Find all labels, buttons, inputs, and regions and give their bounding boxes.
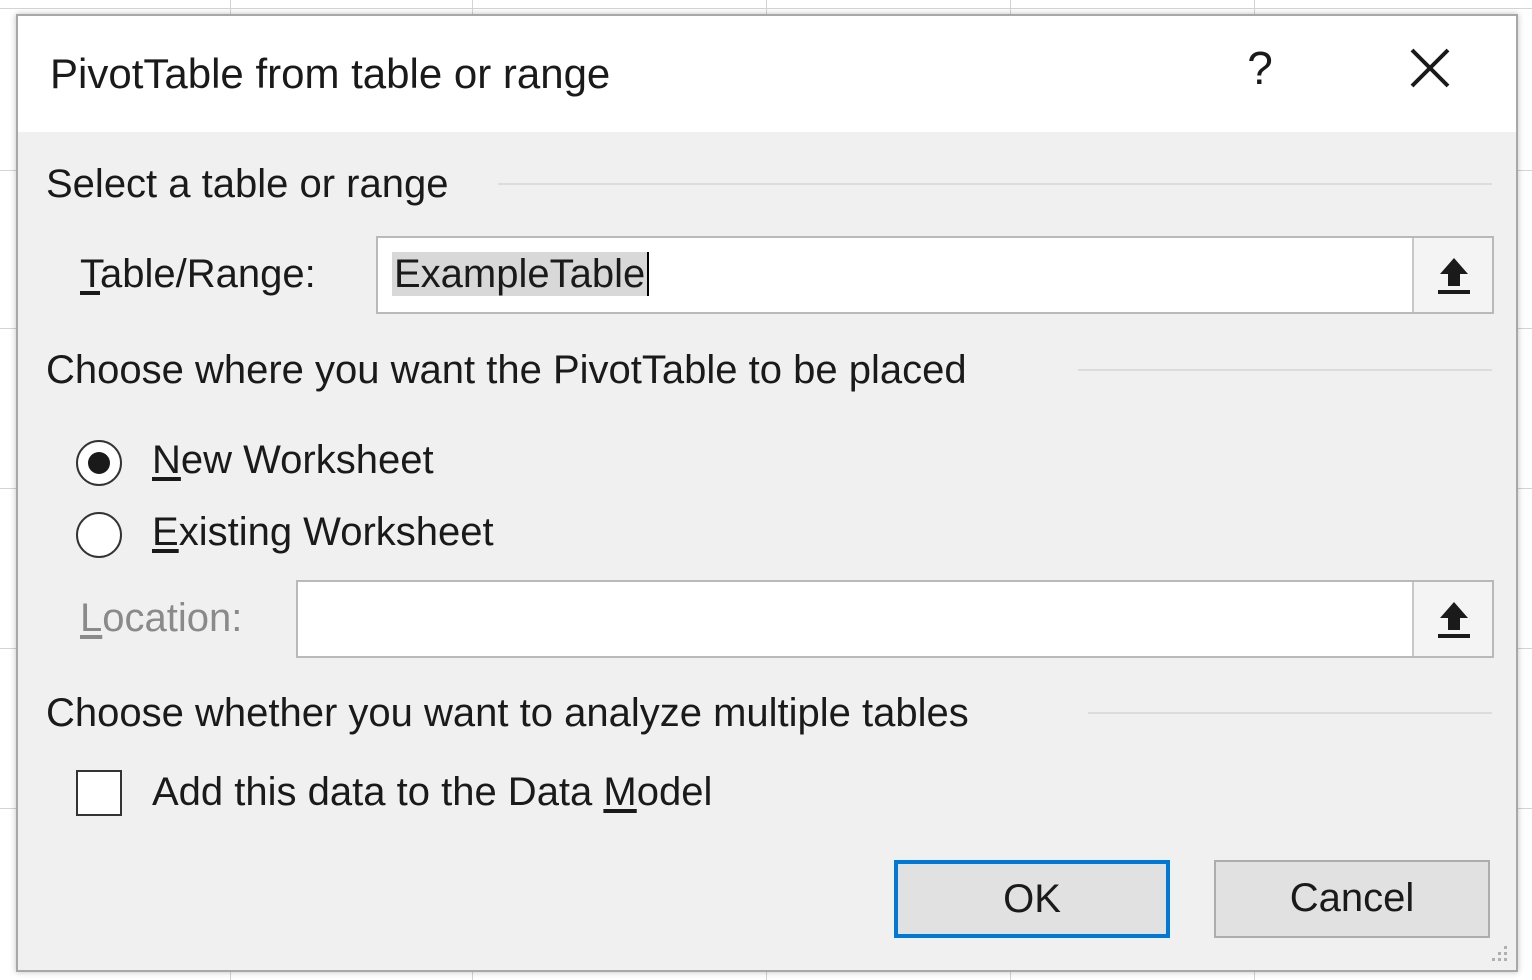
location-label-text: ocation: [102, 596, 243, 640]
existing-worksheet-label-text: xisting Worksheet [178, 510, 494, 554]
new-worksheet-label-text: ew Worksheet [180, 438, 434, 482]
table-range-label: Table/Range: [80, 252, 316, 297]
section-divider [1088, 712, 1492, 714]
pivottable-dialog: PivotTable from table or range ? Select … [16, 14, 1518, 972]
location-collapse-button[interactable] [1412, 582, 1492, 656]
data-model-label[interactable]: Add this data to the Data Model [152, 770, 712, 815]
select-table-heading: Select a table or range [46, 162, 469, 207]
placement-heading: Choose where you want the PivotTable to … [46, 348, 987, 393]
data-model-label-text-end: odel [636, 770, 713, 814]
location-input[interactable] [296, 580, 1494, 658]
multiple-tables-heading: Choose whether you want to analyze multi… [46, 691, 989, 736]
new-worksheet-access-key: N [152, 438, 181, 482]
resize-grip-icon[interactable] [1486, 940, 1510, 964]
section-divider [498, 183, 1492, 185]
dialog-title: PivotTable from table or range [50, 50, 611, 97]
table-range-label-text: able/Range: [100, 252, 316, 296]
dialog-titlebar: PivotTable from table or range ? [18, 16, 1516, 132]
existing-worksheet-radio[interactable] [76, 512, 122, 558]
new-worksheet-label[interactable]: New Worksheet [152, 438, 434, 483]
section-divider [1078, 369, 1492, 371]
collapse-dialog-icon [1438, 602, 1470, 638]
table-range-value: ExampleTable [392, 252, 650, 296]
help-button[interactable]: ? [1228, 36, 1292, 100]
close-icon [1410, 48, 1450, 88]
existing-worksheet-access-key: E [152, 510, 179, 554]
location-label: Location: [80, 596, 242, 641]
table-range-access-key: T [80, 252, 100, 296]
cancel-button[interactable]: Cancel [1214, 860, 1490, 938]
existing-worksheet-label[interactable]: Existing Worksheet [152, 510, 494, 555]
ok-button[interactable]: OK [894, 860, 1170, 938]
data-model-checkbox[interactable] [76, 770, 122, 816]
table-range-collapse-button[interactable] [1412, 238, 1492, 312]
table-range-input[interactable]: ExampleTable [376, 236, 1494, 314]
location-access-key: L [80, 596, 103, 640]
close-button[interactable] [1398, 36, 1462, 100]
data-model-label-text: Add this data to the Data [152, 770, 604, 814]
data-model-access-key: M [603, 770, 637, 814]
radio-selected-dot [88, 452, 110, 474]
collapse-dialog-icon [1438, 258, 1470, 294]
new-worksheet-radio[interactable] [76, 440, 122, 486]
